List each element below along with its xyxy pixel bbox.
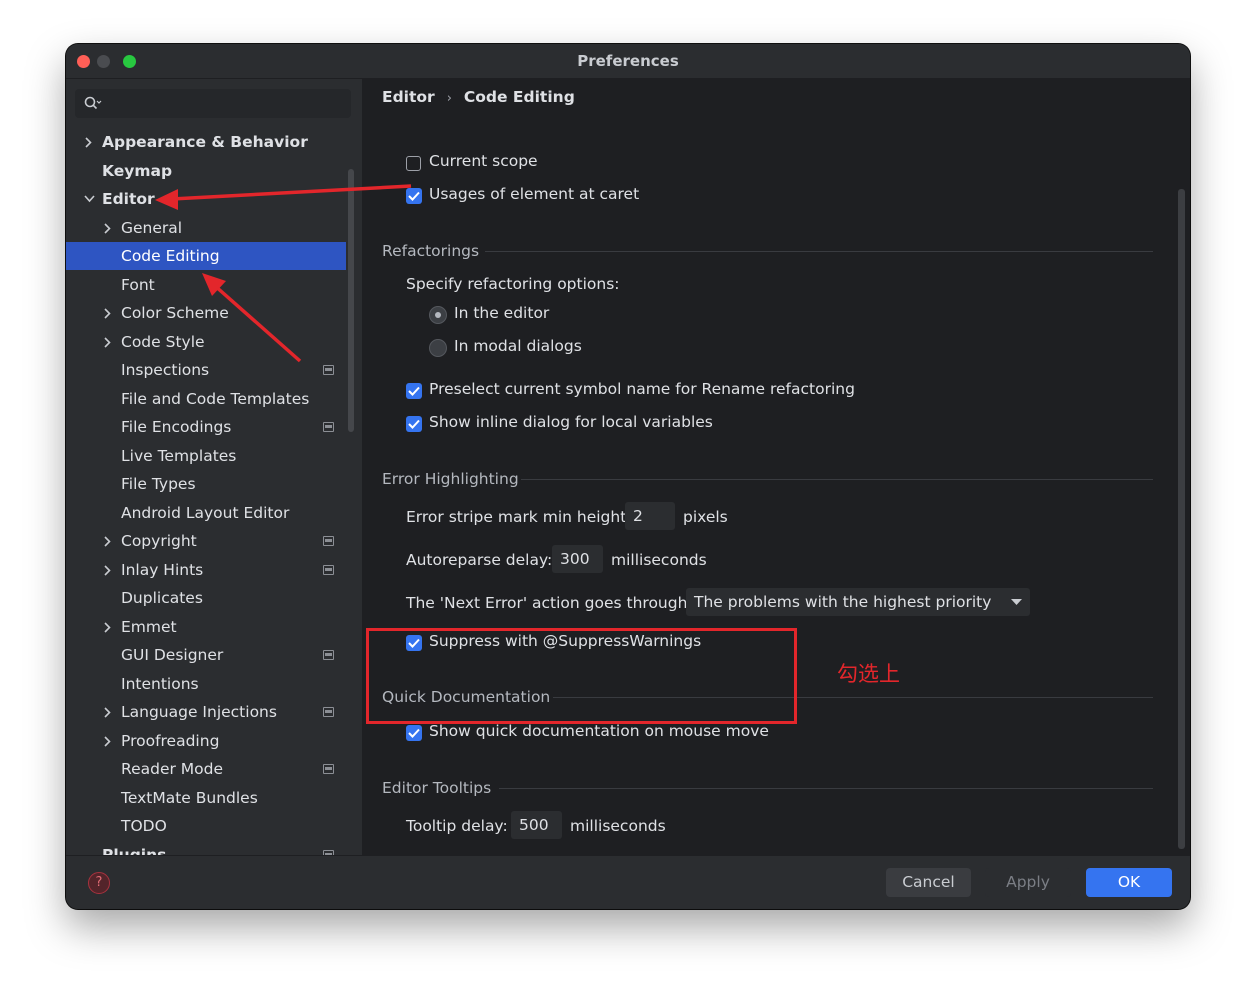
arrow-to-code-editing <box>212 283 302 363</box>
annotation-note: 勾选上 <box>837 662 900 686</box>
arrow-head-editor-icon <box>155 189 178 210</box>
arrow-to-editor <box>171 184 412 201</box>
annotation-arrows <box>155 184 412 363</box>
highlight-box <box>366 628 797 724</box>
